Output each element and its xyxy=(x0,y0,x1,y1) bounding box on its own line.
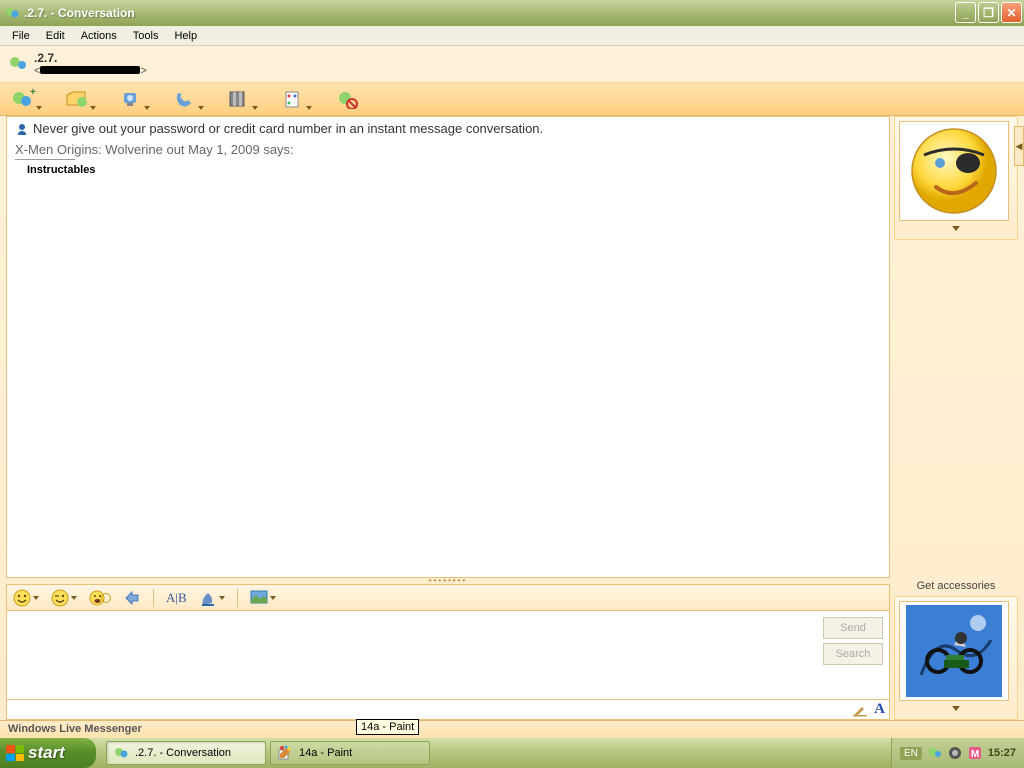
start-label: start xyxy=(28,743,65,763)
taskbar-button-paint[interactable]: 14a - Paint xyxy=(270,741,430,765)
video-call-button[interactable] xyxy=(116,86,146,112)
voice-call-button[interactable] xyxy=(170,86,200,112)
security-warning: Never give out your password or credit c… xyxy=(15,121,881,136)
block-button[interactable] xyxy=(332,86,362,112)
branding-bar: Windows Live Messenger 14a - Paint xyxy=(0,720,1024,738)
spacer xyxy=(894,244,1018,574)
compose-footer: A xyxy=(6,700,890,720)
compose-box: Send Search xyxy=(6,610,890,700)
invite-button[interactable]: + xyxy=(8,86,38,112)
conversation-area: Never give out your password or credit c… xyxy=(6,116,890,578)
contact-block: .2.7. <> xyxy=(34,51,147,77)
contact-name: .2.7. xyxy=(34,51,147,65)
clock[interactable]: 15:27 xyxy=(988,747,1016,759)
right-column: ◀ Get accessories xyxy=(894,116,1018,720)
handwriting-icon[interactable] xyxy=(852,703,868,717)
svg-text:+: + xyxy=(30,88,36,98)
app-icon xyxy=(4,5,20,21)
main-row: Never give out your password or credit c… xyxy=(0,116,1024,720)
search-button[interactable]: Search xyxy=(823,643,883,665)
wink-button[interactable] xyxy=(51,589,77,607)
self-picture-frame xyxy=(894,596,1018,720)
emoticon-button[interactable] xyxy=(13,589,39,607)
send-button[interactable]: Send xyxy=(823,617,883,639)
tray-m-icon[interactable]: M xyxy=(968,746,982,760)
buddy-icon xyxy=(8,54,28,74)
background-button[interactable] xyxy=(250,590,276,606)
taskbar: start .2.7. - Conversation 14a - Paint E… xyxy=(0,738,1024,768)
warning-icon xyxy=(15,122,29,136)
separator xyxy=(153,589,154,607)
language-indicator[interactable]: EN xyxy=(900,747,922,760)
maximize-button[interactable]: ❐ xyxy=(978,2,999,23)
warning-text: Never give out your password or credit c… xyxy=(33,121,543,136)
menu-tools[interactable]: Tools xyxy=(125,28,167,44)
tray-app-icon[interactable] xyxy=(948,746,962,760)
taskbar-button-conversation[interactable]: .2.7. - Conversation xyxy=(106,741,266,765)
taskbar-button-label: 14a - Paint xyxy=(299,747,352,759)
games-button[interactable] xyxy=(278,86,308,112)
contact-email-wrap: <> xyxy=(34,65,147,77)
tray-messenger-icon[interactable] xyxy=(928,746,942,760)
font-button[interactable]: A|B xyxy=(166,590,187,606)
message-body: Instructables xyxy=(15,164,881,176)
share-files-button[interactable] xyxy=(62,86,92,112)
action-toolbar: + xyxy=(0,82,1024,116)
activities-button[interactable] xyxy=(224,86,254,112)
nudge-button[interactable] xyxy=(123,589,141,607)
menu-bar: File Edit Actions Tools Help xyxy=(0,26,1024,46)
contact-picture-menu[interactable] xyxy=(899,221,1013,235)
menu-actions[interactable]: Actions xyxy=(73,28,125,44)
font-a-icon[interactable]: A xyxy=(874,701,885,718)
sender-line: X-Men Origins: Wolverine out May 1, 2009… xyxy=(15,142,881,157)
left-column: Never give out your password or credit c… xyxy=(6,116,890,720)
contact-picture-frame xyxy=(894,116,1018,240)
close-button[interactable]: ✕ xyxy=(1001,2,1022,23)
self-display-picture[interactable] xyxy=(899,601,1009,701)
window-title: .2.7. - Conversation xyxy=(24,6,135,20)
menu-edit[interactable]: Edit xyxy=(38,28,73,44)
contact-display-picture[interactable] xyxy=(899,121,1009,221)
collapse-sidebar-button[interactable]: ◀ xyxy=(1014,126,1024,166)
contact-email-redacted xyxy=(40,66,140,74)
sender-underline xyxy=(15,159,75,160)
message-input[interactable] xyxy=(7,611,817,699)
title-bar: .2.7. - Conversation _ ❐ ✕ xyxy=(0,0,1024,26)
start-button[interactable]: start xyxy=(0,738,96,768)
get-accessories-link[interactable]: Get accessories xyxy=(894,578,1018,594)
branding-text: Windows Live Messenger xyxy=(8,723,142,735)
menu-file[interactable]: File xyxy=(4,28,38,44)
separator xyxy=(237,589,238,607)
font-color-button[interactable] xyxy=(199,589,225,607)
compose-toolbar: A|B xyxy=(6,584,890,610)
svg-text:M: M xyxy=(971,749,979,760)
taskbar-tooltip: 14a - Paint xyxy=(356,719,419,735)
windows-flag-icon xyxy=(6,745,24,761)
app-body: .2.7. <> + xyxy=(0,46,1024,738)
taskbar-button-label: .2.7. - Conversation xyxy=(135,747,231,759)
self-picture-menu[interactable] xyxy=(899,701,1013,715)
menu-help[interactable]: Help xyxy=(166,28,205,44)
system-tray: EN M 15:27 xyxy=(891,738,1024,768)
minimize-button[interactable]: _ xyxy=(955,2,976,23)
send-button-group: Send Search xyxy=(817,611,889,699)
contact-header: .2.7. <> xyxy=(0,46,1024,82)
voice-clip-button[interactable] xyxy=(89,589,111,607)
